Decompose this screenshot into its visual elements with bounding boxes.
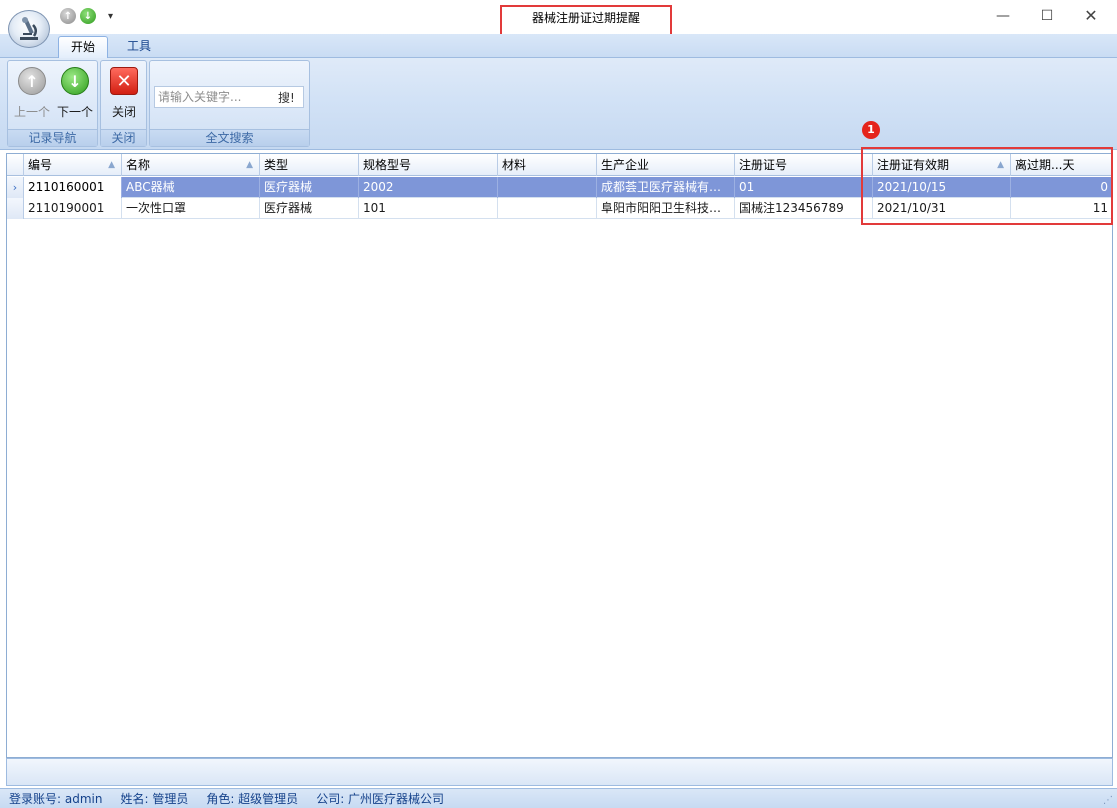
column-header-label: 离过期...天 <box>1015 158 1075 172</box>
status-company: 公司: 广州医疗器械公司 <box>316 792 445 806</box>
cell-days-left[interactable]: 11 <box>1011 198 1112 219</box>
data-grid[interactable]: 编号 ▲ 名称 ▲ 类型 规格型号 材料 生产企业 注册证号 注册证有效期 ▲ … <box>6 153 1113 758</box>
column-header-days-left[interactable]: 离过期...天 <box>1011 154 1112 176</box>
group-record-nav: ↑ 上一个 ↓ 下一个 记录导航 <box>7 60 98 147</box>
tab-tools[interactable]: 工具 <box>115 36 163 58</box>
app-menu-button[interactable] <box>8 10 50 48</box>
cell-reg-no[interactable]: 国械注123456789 <box>735 198 873 219</box>
arrow-up-icon[interactable]: ↑ <box>60 8 76 24</box>
column-header-name[interactable]: 名称 ▲ <box>122 154 260 176</box>
column-header-type[interactable]: 类型 <box>260 154 359 176</box>
sort-ascending-icon: ▲ <box>246 160 253 170</box>
tab-start[interactable]: 开始 <box>58 36 109 58</box>
grid-header: 编号 ▲ 名称 ▲ 类型 规格型号 材料 生产企业 注册证号 注册证有效期 ▲ … <box>7 154 1112 176</box>
title-bar: ↑ ↓ ▾ 器械注册证过期提醒 — ☐ ✕ <box>0 0 1117 38</box>
status-account: 登录账号: admin <box>9 792 103 806</box>
annotation-badge: 1 <box>862 121 880 139</box>
cell-type[interactable]: 医疗器械 <box>260 198 359 219</box>
column-header-code[interactable]: 编号 ▲ <box>24 154 122 176</box>
cell-spec[interactable]: 2002 <box>359 177 498 198</box>
group-caption-close: 关闭 <box>101 129 146 146</box>
column-header-label: 规格型号 <box>363 158 412 172</box>
close-icon[interactable]: ✕ <box>1081 6 1101 26</box>
row-pointer-icon: › <box>7 177 24 198</box>
cell-reg-no[interactable]: 01 <box>735 177 873 198</box>
column-header-reg-expiry[interactable]: 注册证有效期 ▲ <box>873 154 1011 176</box>
prev-record-button[interactable]: ↑ 上一个 <box>10 67 54 120</box>
prev-record-label: 上一个 <box>13 105 50 119</box>
grid-footer-panel <box>6 758 1113 786</box>
maximize-icon[interactable]: ☐ <box>1037 6 1057 26</box>
row-indicator <box>7 198 24 219</box>
resize-grip-icon[interactable]: ⋰ <box>1103 795 1113 806</box>
cell-manufacturer[interactable]: 阜阳市阳阳卫生科技有... <box>597 198 735 219</box>
cell-reg-expiry[interactable]: 2021/10/31 <box>873 198 1011 219</box>
sort-ascending-icon: ▲ <box>997 160 1004 170</box>
cell-type[interactable]: 医疗器械 <box>260 177 359 198</box>
cell-name[interactable]: ABC器械 <box>122 177 260 198</box>
column-header-manufacturer[interactable]: 生产企业 <box>597 154 735 176</box>
search-button[interactable]: 搜! <box>278 89 295 106</box>
status-name: 姓名: 管理员 <box>120 792 189 806</box>
column-header-spec[interactable]: 规格型号 <box>359 154 498 176</box>
column-header-label: 类型 <box>264 158 289 172</box>
column-header-label: 注册证号 <box>739 158 788 172</box>
cell-name[interactable]: 一次性口罩 <box>122 198 260 219</box>
group-fulltext-search: 搜! 全文搜索 <box>149 60 310 147</box>
sort-ascending-icon: ▲ <box>108 160 115 170</box>
column-header-label: 注册证有效期 <box>877 158 950 172</box>
arrow-down-icon: ↓ <box>61 67 89 95</box>
group-caption-search: 全文搜索 <box>150 129 309 146</box>
table-row[interactable]: 2110190001 一次性口罩 医疗器械 101 阜阳市阳阳卫生科技有... … <box>7 198 1112 219</box>
column-header-reg-no[interactable]: 注册证号 <box>735 154 873 176</box>
cell-code[interactable]: 2110160001 <box>24 177 122 198</box>
next-record-label: 下一个 <box>56 105 93 119</box>
arrow-down-icon[interactable]: ↓ <box>80 8 96 24</box>
minimize-icon[interactable]: — <box>993 6 1013 26</box>
microscope-icon <box>20 17 38 40</box>
customize-qat-button[interactable]: ▾ <box>108 11 113 22</box>
close-x-icon: ✕ <box>110 67 138 95</box>
cell-manufacturer[interactable]: 成都荟卫医疗器械有限... <box>597 177 735 198</box>
column-header-label: 名称 <box>126 158 151 172</box>
next-record-button[interactable]: ↓ 下一个 <box>53 67 97 120</box>
row-indicator-header <box>7 154 24 176</box>
cell-days-left[interactable]: 0 <box>1011 177 1112 198</box>
arrow-up-icon: ↑ <box>18 67 46 95</box>
close-button[interactable]: ✕ 关闭 <box>102 67 146 120</box>
column-header-label: 材料 <box>502 158 527 172</box>
cell-material[interactable] <box>498 198 597 219</box>
column-header-material[interactable]: 材料 <box>498 154 597 176</box>
group-caption-nav: 记录导航 <box>8 129 97 146</box>
ribbon-panel: ↑ 上一个 ↓ 下一个 记录导航 ✕ 关闭 关闭 搜! 全文搜索 <box>0 58 1117 150</box>
status-role: 角色: 超级管理员 <box>206 792 299 806</box>
column-header-label: 编号 <box>28 158 53 172</box>
quick-access-toolbar: ↑ ↓ ▾ <box>60 8 113 24</box>
cell-spec[interactable]: 101 <box>359 198 498 219</box>
cell-material[interactable] <box>498 177 597 198</box>
close-label: 关闭 <box>111 105 136 119</box>
ribbon-tab-strip: 开始 工具 <box>0 34 1117 58</box>
status-bar: 登录账号: admin 姓名: 管理员 角色: 超级管理员 公司: 广州医疗器械… <box>0 788 1117 808</box>
cell-code[interactable]: 2110190001 <box>24 198 122 219</box>
cell-reg-expiry[interactable]: 2021/10/15 <box>873 177 1011 198</box>
column-header-label: 生产企业 <box>601 158 650 172</box>
group-close: ✕ 关闭 关闭 <box>100 60 147 147</box>
table-row[interactable]: › 2110160001 ABC器械 医疗器械 2002 成都荟卫医疗器械有限.… <box>7 177 1112 198</box>
